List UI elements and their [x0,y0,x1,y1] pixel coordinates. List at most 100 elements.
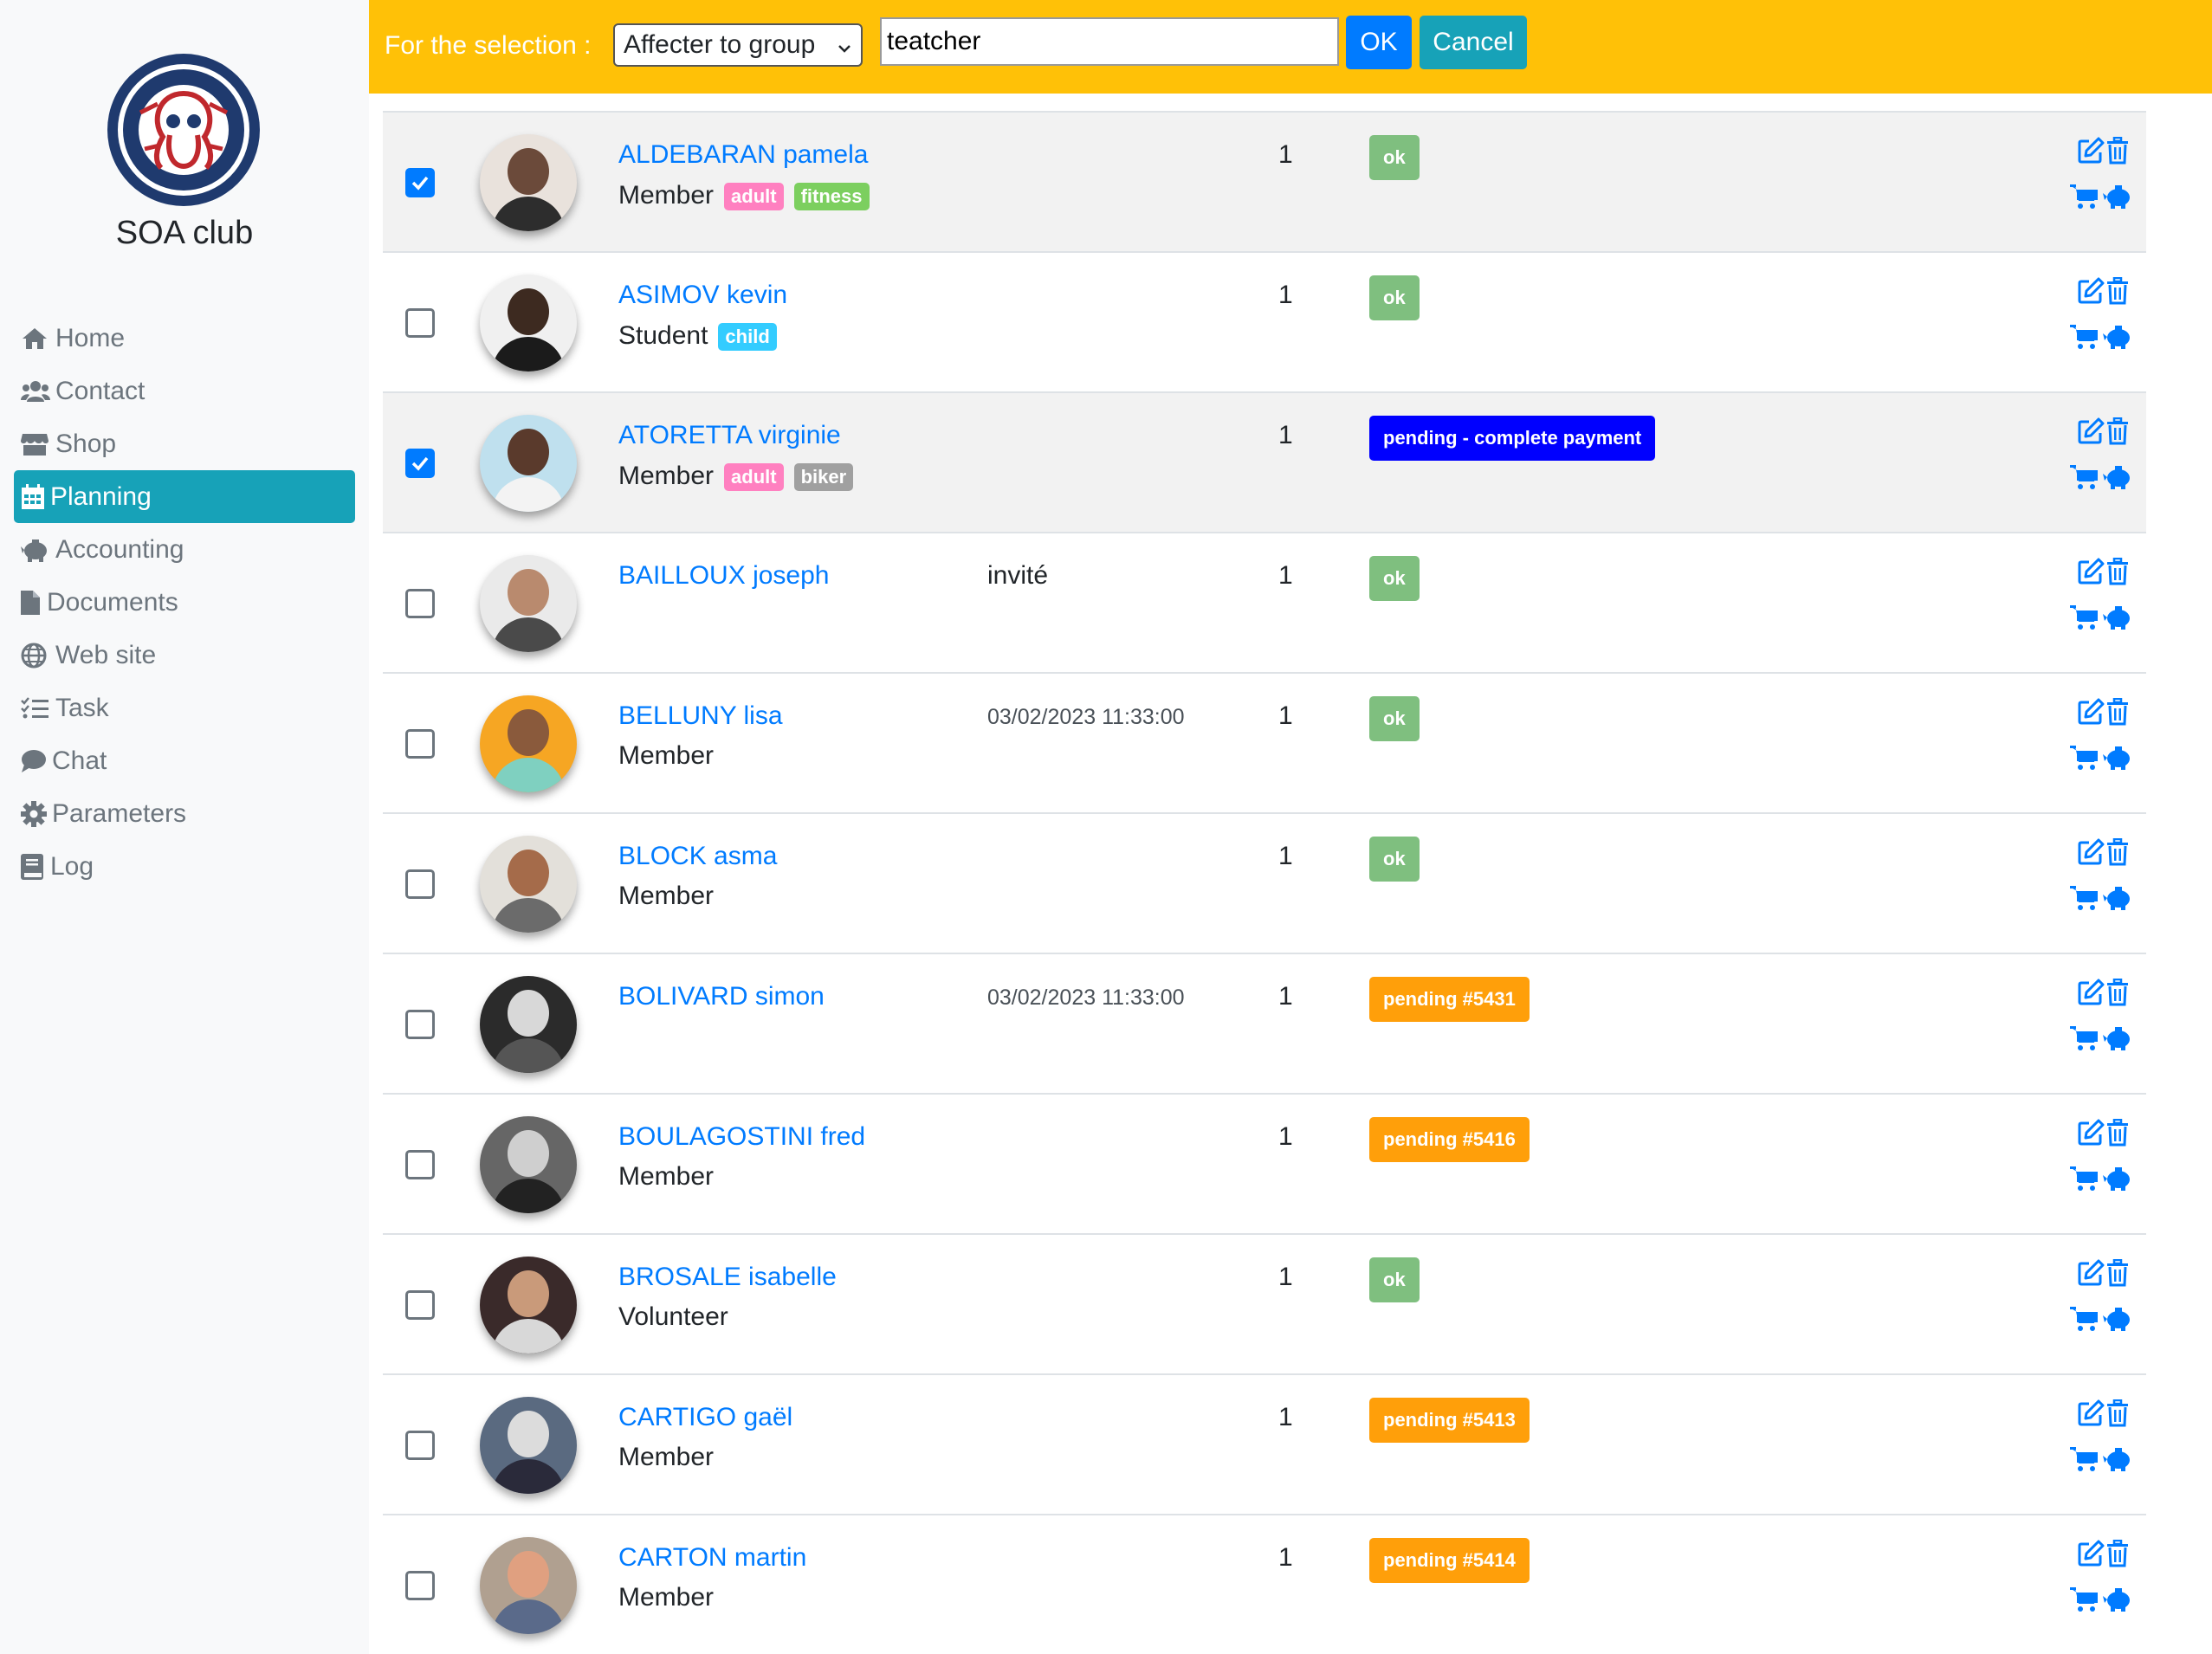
sidebar-item-log[interactable]: Log [14,840,355,893]
cart-icon[interactable] [2070,1586,2101,1618]
sidebar-item-website[interactable]: Web site [14,629,355,682]
sidebar-item-contact[interactable]: Contact [14,365,355,417]
sidebar-item-parameters[interactable]: Parameters [14,787,355,840]
file-icon [21,589,47,617]
trash-icon[interactable] [2106,1399,2138,1431]
sidebar-item-planning[interactable]: Planning [14,470,355,523]
cart-icon[interactable] [2070,1306,2101,1337]
sidebar-item-chat[interactable]: Chat [14,734,355,787]
member-name-link[interactable]: BLOCK asma [618,842,777,871]
sidebar-item-documents[interactable]: Documents [14,576,355,629]
piggy-bank-icon[interactable] [2103,1166,2134,1197]
trash-icon[interactable] [2106,136,2138,168]
member-avatar[interactable] [480,1537,577,1634]
member-quantity: 1 [1278,701,1293,730]
member-name-link[interactable]: ASIMOV kevin [618,281,787,310]
trash-icon[interactable] [2106,978,2138,1010]
member-avatar[interactable] [480,134,577,231]
trash-icon[interactable] [2106,837,2138,869]
piggy-bank-icon[interactable] [2103,1306,2134,1337]
member-name-link[interactable]: BOULAGOSTINI fred [618,1122,865,1152]
cancel-button[interactable]: Cancel [1420,16,1527,69]
member-avatar[interactable] [480,1116,577,1213]
piggy-bank-icon[interactable] [2103,464,2134,495]
member-checkbox[interactable] [405,589,435,618]
cart-icon[interactable] [2070,324,2101,355]
member-name-link[interactable]: BROSALE isabelle [618,1263,837,1292]
member-checkbox[interactable] [405,308,435,338]
member-name-link[interactable]: BELLUNY lisa [618,701,783,731]
member-checkbox[interactable] [405,449,435,478]
piggy-bank-icon[interactable] [2103,1446,2134,1477]
action-select[interactable]: Affecter to group [613,23,863,67]
member-checkbox[interactable] [405,1290,435,1320]
member-name-link[interactable]: BAILLOUX joseph [618,561,829,591]
member-name-link[interactable]: CARTIGO gaël [618,1403,792,1432]
member-checkbox[interactable] [405,1431,435,1460]
member-role-text: Member [618,882,715,910]
sidebar-item-home[interactable]: Home [14,312,355,365]
sidebar-item-shop[interactable]: Shop [14,417,355,470]
trash-icon[interactable] [2106,1258,2138,1290]
edit-icon[interactable] [2077,277,2108,308]
piggy-bank-icon[interactable] [2103,745,2134,776]
edit-icon[interactable] [2077,1259,2108,1290]
cart-icon[interactable] [2070,1446,2101,1477]
member-name-link[interactable]: BOLIVARD simon [618,982,825,1011]
trash-icon[interactable] [2106,276,2138,308]
member-checkbox[interactable] [405,168,435,197]
trash-icon[interactable] [2106,1118,2138,1150]
cart-icon[interactable] [2070,184,2101,215]
member-avatar[interactable] [480,836,577,933]
edit-icon[interactable] [2077,417,2108,449]
edit-icon[interactable] [2077,558,2108,589]
cart-icon[interactable] [2070,1025,2101,1056]
edit-icon[interactable] [2077,698,2108,729]
cart-icon[interactable] [2070,464,2101,495]
club-logo[interactable] [106,52,262,208]
edit-icon[interactable] [2077,1399,2108,1431]
ok-button[interactable]: OK [1346,16,1412,69]
edit-icon[interactable] [2077,1540,2108,1571]
trash-icon[interactable] [2106,417,2138,449]
edit-icon[interactable] [2077,979,2108,1010]
sidebar-item-accounting[interactable]: Accounting [14,523,355,576]
cart-icon[interactable] [2070,885,2101,916]
member-row: CARTIGO gaël Member 1 pending #5413 [383,1373,2146,1514]
trash-icon[interactable] [2106,557,2138,589]
member-name-link[interactable]: ALDEBARAN pamela [618,140,868,170]
member-checkbox[interactable] [405,869,435,899]
member-checkbox[interactable] [405,729,435,759]
member-avatar[interactable] [480,555,577,652]
sidebar-item-task[interactable]: Task [14,682,355,734]
trash-icon[interactable] [2106,697,2138,729]
edit-icon[interactable] [2077,137,2108,168]
status-badge: ok [1369,837,1420,882]
member-avatar[interactable] [480,1397,577,1494]
cart-icon[interactable] [2070,745,2101,776]
sidebar: SOA club Home Contact Shop Planning Acco… [0,0,369,1654]
edit-icon[interactable] [2077,1119,2108,1150]
member-avatar[interactable] [480,695,577,792]
member-name-link[interactable]: CARTON martin [618,1543,806,1573]
member-checkbox[interactable] [405,1571,435,1600]
member-avatar[interactable] [480,976,577,1073]
member-avatar[interactable] [480,275,577,372]
piggy-bank-icon[interactable] [2103,1586,2134,1618]
edit-icon[interactable] [2077,838,2108,869]
piggy-bank-icon[interactable] [2103,324,2134,355]
group-name-input[interactable]: teatcher [880,17,1339,66]
piggy-bank-icon[interactable] [2103,1025,2134,1056]
piggy-bank-icon[interactable] [2103,184,2134,215]
cart-icon[interactable] [2070,604,2101,636]
cart-icon[interactable] [2070,1166,2101,1197]
member-checkbox[interactable] [405,1150,435,1179]
piggy-bank-icon[interactable] [2103,604,2134,636]
member-name-link[interactable]: ATORETTA virginie [618,421,841,450]
status-badge: pending - complete payment [1369,416,1656,461]
member-avatar[interactable] [480,415,577,512]
member-checkbox[interactable] [405,1010,435,1039]
piggy-bank-icon[interactable] [2103,885,2134,916]
member-avatar[interactable] [480,1257,577,1354]
trash-icon[interactable] [2106,1539,2138,1571]
